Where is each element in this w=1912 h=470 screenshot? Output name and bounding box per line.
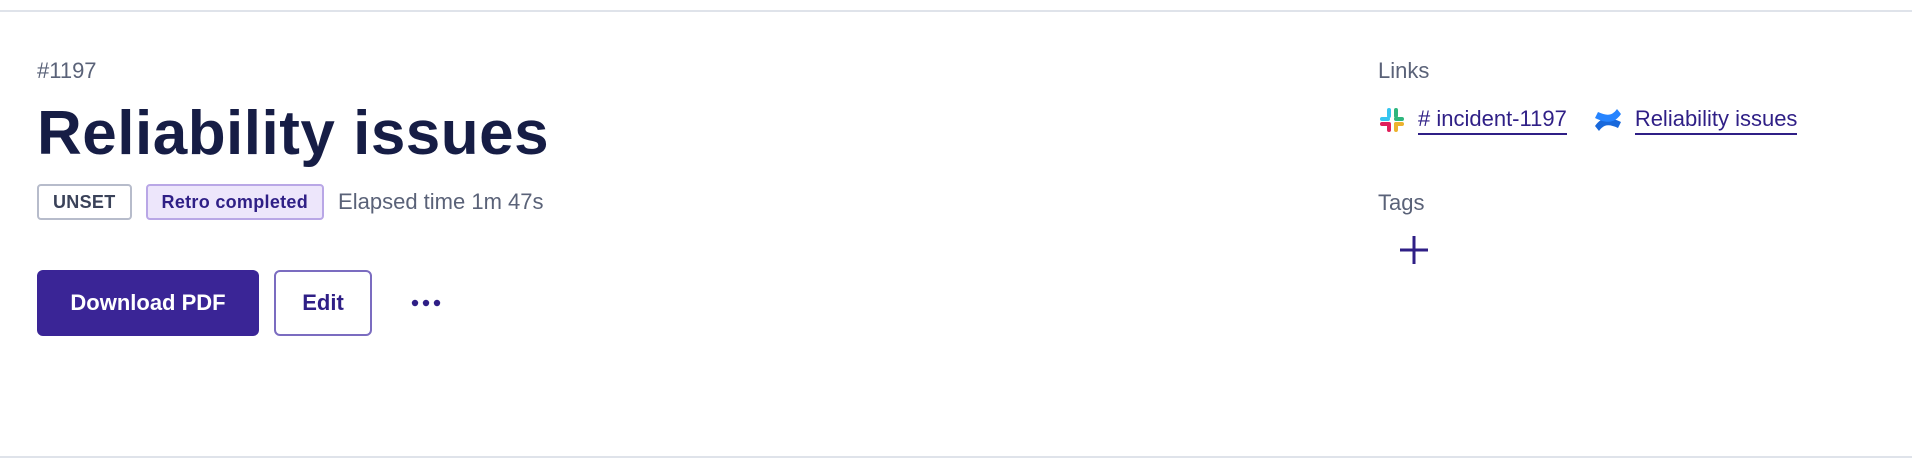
- severity-badge: UNSET: [37, 184, 132, 220]
- link-confluence-doc[interactable]: Reliability issues: [1593, 106, 1798, 135]
- links-label: Links: [1378, 58, 1430, 83]
- status-badge: Retro completed: [145, 184, 325, 220]
- incident-meta: UNSET Retro completed Elapsed time 1m 47…: [37, 182, 1237, 222]
- slack-channel-link[interactable]: # incident-1197: [1418, 106, 1567, 135]
- slack-icon: [1380, 108, 1404, 132]
- action-bar: Download PDF Edit: [37, 270, 1237, 336]
- elapsed-time: Elapsed time 1m 47s: [338, 189, 544, 214]
- more-options-button[interactable]: [400, 283, 452, 323]
- ellipsis-icon: [411, 299, 441, 307]
- incident-header: #1197 Reliability issues UNSET Retro com…: [0, 0, 1912, 470]
- download-pdf-button[interactable]: Download PDF: [37, 270, 259, 336]
- incident-summary: #1197 Reliability issues UNSET Retro com…: [37, 56, 1237, 336]
- plus-icon: [1400, 236, 1428, 264]
- confluence-doc-link[interactable]: Reliability issues: [1634, 106, 1798, 135]
- links-list: # incident-1197 Reliability issues: [1378, 102, 1878, 138]
- incident-id: #1197: [37, 58, 97, 83]
- page-title: Reliability issues: [37, 99, 550, 168]
- incident-sidebar: Links # incident-1197 Reliability issues…: [1378, 56, 1878, 271]
- link-slack-channel[interactable]: # incident-1197: [1378, 106, 1567, 135]
- confluence-icon: [1594, 109, 1621, 131]
- tags-label: Tags: [1378, 190, 1425, 215]
- top-divider: [0, 10, 1912, 12]
- add-tag-button[interactable]: [1396, 232, 1432, 268]
- edit-button[interactable]: Edit: [274, 270, 372, 336]
- bottom-divider: [0, 456, 1912, 458]
